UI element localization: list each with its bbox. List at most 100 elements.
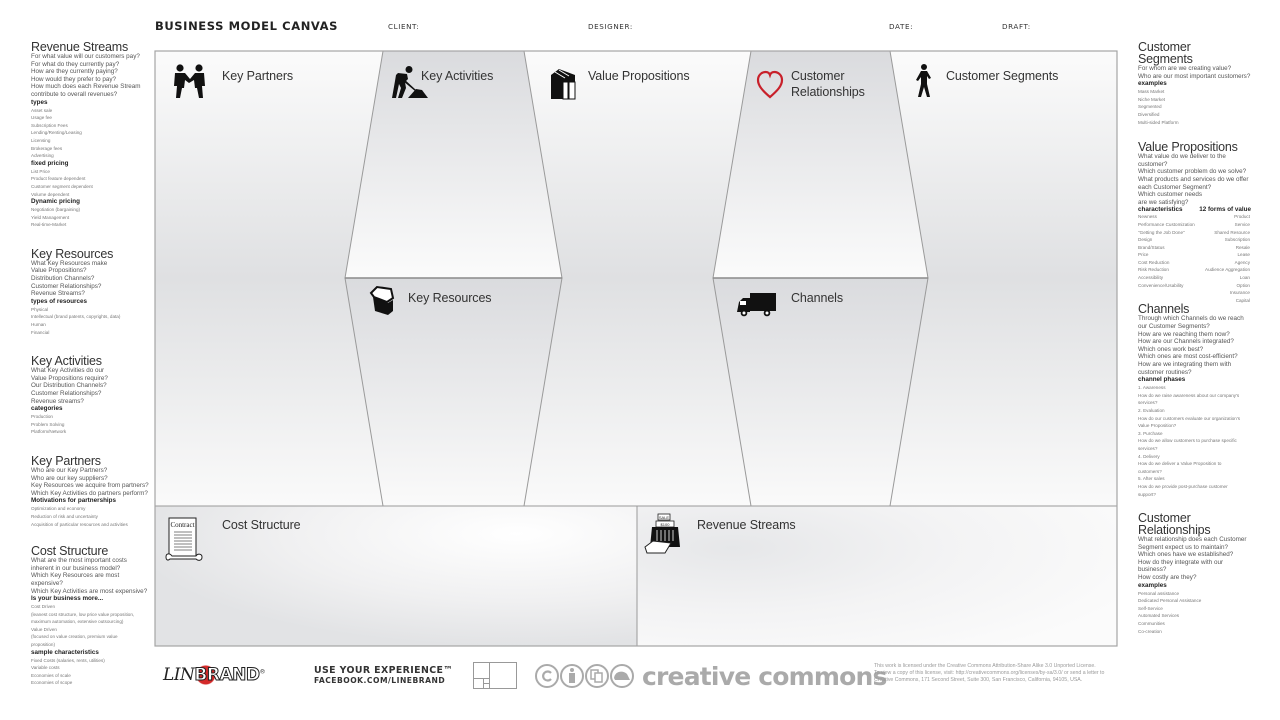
guide-item: Dedicated Personal Assistance: [1138, 598, 1202, 604]
guide-item: Value Proposition?: [1138, 423, 1177, 429]
guide-item: Problem Solving: [31, 421, 65, 427]
key-resources-block[interactable]: [344, 277, 563, 507]
guide-question: Which Key Activities are most expensive?: [31, 587, 148, 595]
guide-item: Service: [1234, 221, 1250, 227]
guide-item: How do we allow customers to purchase sp…: [1138, 438, 1237, 444]
guide-heading: Motivations for partnerships: [31, 497, 117, 505]
guide-question: Customer Relationships?: [31, 282, 102, 290]
guide-heading: fixed pricing: [31, 159, 69, 167]
guide-question: For what do they currently pay?: [31, 60, 120, 68]
guide-item: Personal assistance: [1138, 590, 1180, 596]
guide-heading: sample characteristics: [31, 648, 99, 656]
guide-question: How do they integrate with our: [1138, 558, 1224, 566]
guide-title: Revenue Streams: [31, 40, 129, 54]
guide-item: Product feature dependent: [31, 176, 86, 182]
guide-question: What relationship does each Customer: [1138, 536, 1247, 544]
customer-relationships-label-line2: Relationships: [791, 85, 865, 99]
sale-sign-text: SALE: [659, 515, 670, 520]
guide-question: Which ones have we established?: [1138, 551, 1234, 559]
guide-customer-relationships: Customer Relationships What relationship…: [1138, 512, 1253, 635]
guide-item: Agency: [1234, 259, 1250, 265]
guide-question: How much does each Revenue Stream: [31, 83, 141, 91]
facebook-link[interactable]: FACEBOOK.COM/LINEBRAND: [314, 676, 445, 685]
key-activities-block[interactable]: [344, 50, 563, 279]
guide-title: Key Resources: [31, 246, 114, 261]
cc-license-icons[interactable]: [535, 663, 639, 689]
guide-item: (focused on value creation, premium valu…: [31, 634, 118, 640]
guide-question: contribute to overall revenues?: [31, 90, 118, 98]
share-copy-icon: [585, 664, 609, 688]
guide-heading: categories: [31, 405, 63, 413]
guide-item: Accessibility: [1138, 275, 1164, 281]
guide-question: customer routines?: [1138, 368, 1192, 376]
revenue-streams-label: Revenue Streams: [697, 518, 796, 532]
linebrand-logo[interactable]: LINBRAND®: [163, 665, 265, 686]
guide-title: Key Activities: [31, 354, 102, 369]
guide-question: How costly are they?: [1138, 574, 1197, 582]
guide-item: Asset sale: [31, 107, 53, 113]
customer-relationships-label: Customer Relationships: [791, 69, 865, 100]
guide-question: our Customer Segments?: [1138, 323, 1210, 331]
guide-question: What Key Activities do our: [31, 367, 105, 375]
amount-display-text: $100: [661, 522, 671, 527]
guide-value-propositions: Value Propositions What value do we deli…: [1138, 141, 1253, 304]
guide-item: Price: [1138, 252, 1149, 258]
contract-icon-text: Contract: [170, 521, 194, 529]
guide-question: are we satisfying?: [1138, 198, 1189, 206]
guide-question: Distribution Channels?: [31, 275, 95, 283]
guide-title: Key Partners: [31, 453, 101, 468]
customer-segments-label: Customer Segments: [946, 69, 1059, 83]
linebrand-logo-left: LIN: [163, 665, 195, 685]
guide-item: proposition): [31, 642, 56, 648]
guide-item: Value Driven: [31, 626, 57, 632]
key-activities-label: Key Activities: [421, 69, 494, 83]
license-line: This work is licensed under the Creative…: [874, 663, 1096, 669]
license-text: This work is licensed under the Creative…: [874, 663, 1124, 684]
guide-question: For what value will our customers pay?: [31, 53, 140, 60]
guide-item: Risk Reduction: [1138, 267, 1169, 273]
guide-heading: examples: [1138, 80, 1167, 88]
guide-question: How are they currently paying?: [31, 68, 118, 76]
guide-heading: examples: [1138, 581, 1167, 589]
guide-question: each Customer Segment?: [1138, 183, 1212, 191]
guide-item: How do our customers evaluate our organi…: [1138, 415, 1240, 421]
guide-item: Yield Management: [31, 214, 70, 220]
guide-question: Which ones work best?: [1138, 345, 1204, 353]
guide-item: Fixed Costs (salaries, rents, utilities): [31, 657, 105, 663]
guide-question: Revenue Streams?: [31, 290, 85, 298]
canvas-background: [155, 51, 1117, 506]
guide-heading: Dynamic pricing: [31, 198, 80, 206]
guide-item: services?: [1138, 400, 1158, 406]
right-guide-panel: Customer Segments For whom are we creati…: [1138, 41, 1253, 635]
channels-label: Channels: [791, 291, 844, 305]
guide-item: Cost Reduction: [1138, 259, 1170, 265]
guide-question: What value do we deliver to the: [1138, 153, 1226, 161]
guide-question: How are our Channels integrated?: [1138, 338, 1234, 346]
guide-question: How are we integrating them with: [1138, 361, 1232, 368]
guide-item: Platform/Network: [31, 429, 67, 435]
guide-item: Capital: [1235, 297, 1250, 303]
guide-item: Optimization and economy: [31, 506, 86, 512]
guide-item: List Price: [31, 168, 50, 174]
guide-question: How would they prefer to pay?: [31, 75, 117, 83]
guide-item: How do we deliver a Value Proposition to: [1138, 461, 1222, 467]
guide-cost-structure: Cost Structure What are the most importan…: [31, 545, 153, 687]
guide-item: Loan: [1239, 275, 1250, 281]
guide-item: Intellectual (brand patents, copyrights,…: [31, 314, 121, 320]
guide-item: Licensing: [31, 137, 51, 143]
guide-item: Product: [1234, 214, 1250, 220]
guide-item: Design: [1138, 237, 1153, 243]
guide-key-partners: Key Partners Who are our Key Partners? Who…: [31, 455, 153, 528]
guide-heading: Is your business more...: [31, 595, 104, 603]
guide-title: Relationships: [1138, 523, 1211, 538]
guide-item: Reduction of risk and uncertainty: [31, 513, 98, 519]
cc-icon: [535, 664, 559, 688]
creative-commons-logo[interactable]: creative commons: [642, 662, 887, 691]
share-alike-icon: [610, 664, 634, 688]
guide-item: Lending/Renting/Leasing: [31, 130, 82, 136]
value-propositions-label: Value Propositions: [588, 69, 690, 83]
guide-item: maximum automation, extensive outsourcin…: [31, 619, 124, 625]
guide-question: Through which Channels do we reach: [1138, 315, 1244, 323]
guide-title: Channels: [1138, 302, 1190, 317]
guide-item: Niche Market: [1138, 96, 1166, 102]
